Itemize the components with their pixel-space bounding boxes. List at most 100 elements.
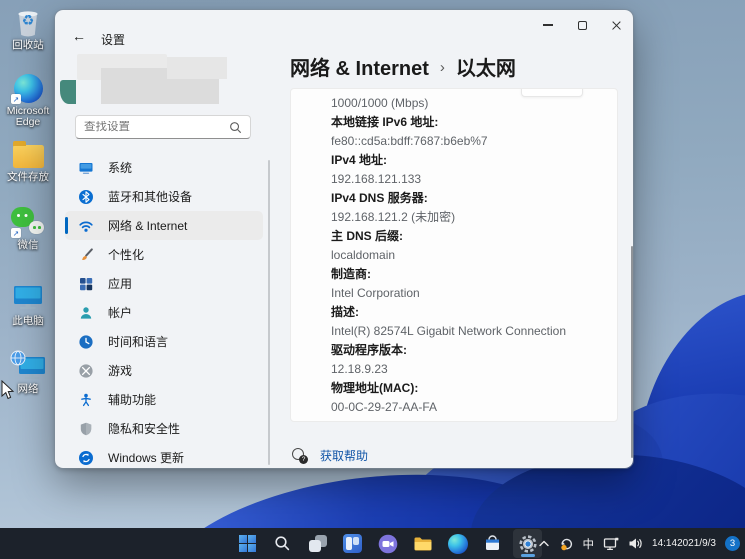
store-bag-icon: [483, 534, 502, 553]
settings-window: ← 设置 系统: [55, 10, 633, 468]
start-button[interactable]: [233, 529, 262, 558]
tray-volume-icon[interactable]: [628, 537, 643, 550]
sidebar-item-network-internet[interactable]: 网络 & Internet: [65, 211, 263, 240]
wechat-icon: ↗: [10, 206, 46, 238]
sidebar-item-accessibility[interactable]: 辅助功能: [65, 385, 263, 414]
property-label: 主 DNS 后缀:: [331, 227, 607, 246]
sidebar-item-label: 游戏: [108, 362, 132, 379]
sidebar-item-label: 网络 & Internet: [108, 217, 187, 234]
properties-list: 1000/1000 (Mbps) 本地链接 IPv6 地址: fe80::cd5…: [331, 94, 607, 417]
settings-sidebar-nav: 系统 蓝牙和其他设备 网络 & Internet 个性化: [65, 153, 263, 468]
edge-button[interactable]: [443, 529, 472, 558]
sidebar-item-time-language[interactable]: 时间和语言: [65, 327, 263, 356]
taskbar-search-button[interactable]: [268, 529, 297, 558]
property-label: 驱动程序版本:: [331, 341, 607, 360]
property-label: 本地链接 IPv6 地址:: [331, 113, 607, 132]
sidebar-item-label: 辅助功能: [108, 391, 156, 408]
desktop-icon-label: 回收站: [12, 40, 44, 51]
xbox-icon: [78, 363, 94, 379]
desktop-icon-folder[interactable]: 文件存放: [1, 138, 55, 183]
sidebar-item-windows-update[interactable]: Windows 更新: [65, 443, 263, 468]
selected-accent-bar: [65, 217, 68, 234]
chat-button[interactable]: [373, 529, 402, 558]
sidebar-item-accounts[interactable]: 帐户: [65, 298, 263, 327]
desktop-icon-wechat[interactable]: ↗ 微信: [1, 206, 55, 251]
recycle-bin-icon: ♻: [10, 6, 46, 38]
sidebar-item-apps[interactable]: 应用: [65, 269, 263, 298]
property-label: IPv4 地址:: [331, 151, 607, 170]
task-view-button[interactable]: [303, 529, 332, 558]
sidebar-item-privacy-security[interactable]: 隐私和安全性: [65, 414, 263, 443]
get-help-row[interactable]: ? 获取帮助: [292, 447, 368, 464]
sidebar-item-label: 时间和语言: [108, 333, 168, 350]
sidebar-scrollbar[interactable]: [268, 160, 270, 465]
desktop-icon-label: 文件存放: [7, 172, 49, 183]
chat-camera-icon: [378, 534, 398, 554]
tray-time: 14:14: [652, 538, 677, 550]
get-help-icon: ?: [292, 448, 308, 464]
widgets-button[interactable]: [338, 529, 367, 558]
shield-icon: [78, 421, 94, 437]
windows-logo-icon: [239, 535, 256, 552]
tray-clock[interactable]: 14:14 2021/9/3: [652, 538, 716, 550]
sidebar-item-label: 蓝牙和其他设备: [108, 188, 192, 205]
tray-chevron-up-icon[interactable]: [538, 538, 550, 550]
desktop-icon-this-pc[interactable]: 此电脑: [1, 282, 55, 327]
shortcut-arrow-icon: ↗: [11, 94, 21, 104]
sidebar-item-system[interactable]: 系统: [65, 153, 263, 182]
accessibility-person-icon: [78, 392, 94, 408]
desktop-icon-edge[interactable]: ↗ Microsoft Edge: [1, 72, 55, 128]
task-view-icon: [309, 535, 327, 552]
maximize-button[interactable]: [565, 10, 599, 40]
desktop-icon-recycle-bin[interactable]: ♻ 回收站: [1, 6, 55, 51]
apps-grid-icon: [78, 276, 94, 292]
property-value: fe80::cd5a:bdff:7687:b6eb%7: [331, 132, 607, 151]
sidebar-item-label: 帐户: [108, 304, 132, 321]
back-button[interactable]: ←: [67, 24, 91, 48]
breadcrumb-separator-icon: ›: [440, 57, 445, 76]
breadcrumb-parent[interactable]: 网络 & Internet: [290, 52, 429, 81]
user-account-censored[interactable]: [59, 52, 244, 110]
tray-network-icon[interactable]: [603, 537, 619, 551]
store-button[interactable]: [478, 529, 507, 558]
edge-icon: ↗: [10, 72, 46, 104]
tray-date: 2021/9/3: [677, 538, 716, 550]
property-value: 1000/1000 (Mbps): [331, 94, 607, 113]
sidebar-item-gaming[interactable]: 游戏: [65, 356, 263, 385]
property-value: 12.18.9.23: [331, 360, 607, 379]
avatar-fragment: [60, 80, 76, 104]
file-explorer-button[interactable]: [408, 529, 437, 558]
tray-ime-indicator[interactable]: 中: [583, 536, 595, 552]
system-tray: 中 14:14 2021/9/3 3: [538, 528, 740, 559]
taskbar-apps: [233, 529, 542, 558]
system-icon: [78, 160, 94, 176]
ethernet-properties-card: 1000/1000 (Mbps) 本地链接 IPv6 地址: fe80::cd5…: [290, 88, 618, 422]
sidebar-item-personalization[interactable]: 个性化: [65, 240, 263, 269]
settings-search[interactable]: [75, 115, 251, 139]
notification-count-badge[interactable]: 3: [725, 536, 740, 551]
property-value: Intel(R) 82574L Gigabit Network Connecti…: [331, 322, 583, 341]
close-button[interactable]: [599, 10, 633, 40]
property-value: localdomain: [331, 246, 607, 265]
gear-icon: [518, 534, 538, 554]
widgets-icon: [343, 534, 362, 553]
search-icon: [229, 121, 242, 134]
search-icon: [274, 535, 291, 552]
clock-icon: [78, 334, 94, 350]
property-label: 描述:: [331, 303, 607, 322]
minimize-icon: [543, 24, 553, 25]
taskbar: 中 14:14 2021/9/3 3: [0, 528, 745, 559]
desktop: ♻ 回收站 ↗ Microsoft Edge 文件存放 ↗ 微信: [0, 0, 745, 559]
sidebar-item-bluetooth[interactable]: 蓝牙和其他设备: [65, 182, 263, 211]
minimize-button[interactable]: [531, 10, 565, 40]
property-value: Intel Corporation: [331, 284, 607, 303]
get-help-link[interactable]: 获取帮助: [320, 447, 368, 464]
search-input[interactable]: [84, 121, 223, 133]
content-scrollbar[interactable]: [631, 246, 633, 458]
shortcut-arrow-icon: ↗: [11, 228, 21, 238]
this-pc-icon: [10, 282, 46, 314]
property-value: 192.168.121.2 (未加密): [331, 208, 607, 227]
window-title: 设置: [101, 31, 125, 48]
tray-sync-icon[interactable]: [559, 536, 574, 551]
property-value: 00-0C-29-27-AA-FA: [331, 398, 607, 417]
